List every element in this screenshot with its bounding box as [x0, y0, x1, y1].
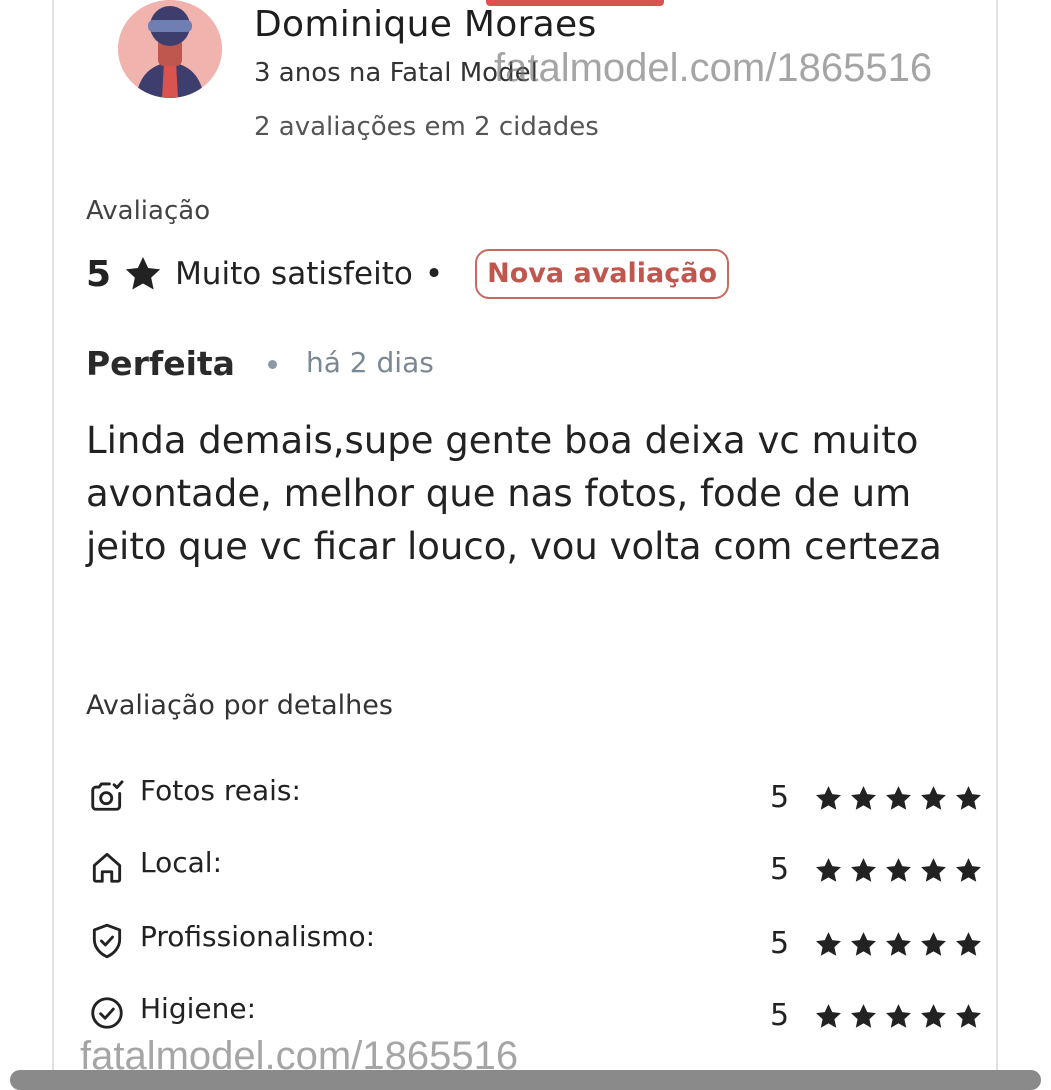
camera-check-icon — [88, 776, 126, 814]
star-icon — [816, 932, 841, 956]
shield-check-icon — [88, 922, 126, 960]
avatar[interactable] — [118, 0, 222, 98]
star-icon — [886, 1004, 911, 1028]
review-text: Linda demais,supe gente boa deixa vc mui… — [86, 419, 942, 568]
detail-label: Fotos reais: — [140, 774, 301, 807]
star-icon — [921, 786, 946, 810]
detail-label: Profissionalismo: — [140, 920, 376, 953]
rating-score: 5 — [86, 253, 112, 295]
card-border-left — [52, 0, 54, 1080]
detail-stars — [814, 784, 983, 813]
detail-stars — [814, 856, 983, 885]
star-icon — [816, 1004, 841, 1028]
rating-row: 5 Muito satisfeito • Nova avaliação — [86, 246, 730, 302]
detail-stars — [814, 1002, 983, 1031]
star-icon — [956, 932, 981, 956]
star-icon — [851, 858, 876, 882]
star-icon — [886, 858, 911, 882]
detail-row-fotos-reais: Fotos reais: 5 — [86, 770, 981, 820]
star-icon — [921, 858, 946, 882]
star-icon — [956, 786, 981, 810]
detail-row-profissionalismo: Profissionalismo: 5 — [86, 916, 981, 966]
detail-value: 5 — [770, 852, 790, 887]
star-icon — [816, 786, 841, 810]
star-icon — [921, 932, 946, 956]
card-border-right — [996, 0, 998, 1080]
detail-label: Local: — [140, 846, 223, 879]
detail-stars — [814, 930, 983, 959]
review-title: Perfeita — [86, 344, 235, 383]
detail-label: Higiene: — [140, 992, 257, 1025]
detail-row-local: Local: 5 — [86, 842, 981, 892]
rating-section-label: Avaliação — [86, 196, 211, 226]
star-icon — [851, 786, 876, 810]
check-circle-icon — [88, 994, 126, 1032]
star-icon — [851, 1004, 876, 1028]
detail-row-higiene: Higiene: 5 — [86, 988, 981, 1038]
rating-separator: • — [424, 256, 444, 292]
detail-value: 5 — [770, 998, 790, 1033]
star-icon — [816, 858, 841, 882]
star-icon — [123, 254, 163, 294]
avatar-illustration-icon — [118, 0, 222, 98]
details-title: Avaliação por detalhes — [86, 690, 393, 721]
review-date: há 2 dias — [306, 346, 434, 379]
detail-value: 5 — [770, 780, 790, 815]
home-icon — [88, 848, 126, 886]
star-icon — [921, 1004, 946, 1028]
new-review-badge: Nova avaliação — [475, 249, 730, 299]
rating-sentiment: Muito satisfeito — [175, 256, 413, 292]
star-icon — [886, 786, 911, 810]
title-separator-dot — [268, 360, 277, 369]
star-icon — [851, 932, 876, 956]
star-icon — [956, 1004, 981, 1028]
bottom-sheet-handle[interactable] — [10, 1070, 1041, 1090]
reviewer-name[interactable]: Dominique Moraes — [254, 4, 597, 45]
watermark-top: fatalmodel.com/1865516 — [494, 46, 933, 90]
star-icon — [886, 932, 911, 956]
star-icon — [956, 858, 981, 882]
reviewer-summary: 2 avaliações em 2 cidades — [254, 112, 599, 142]
detail-value: 5 — [770, 926, 790, 961]
